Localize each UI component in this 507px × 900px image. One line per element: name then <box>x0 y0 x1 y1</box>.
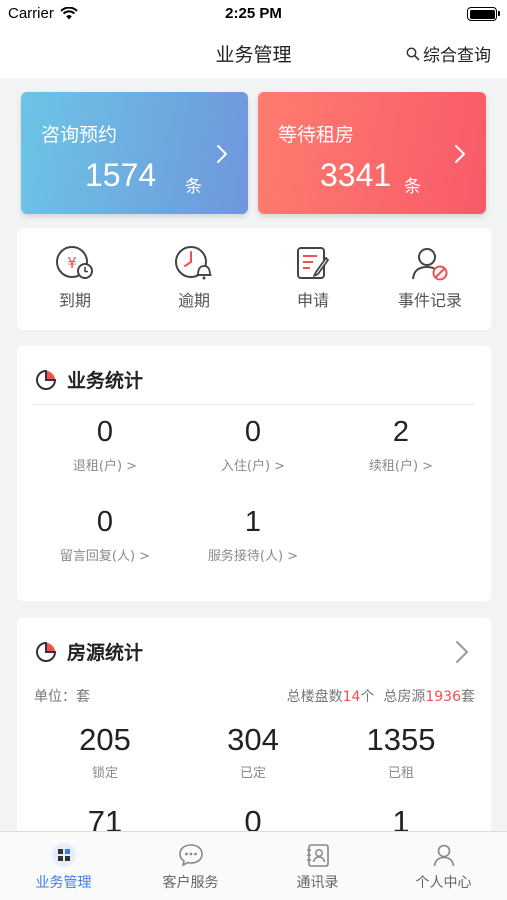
total-buildings-prefix: 总楼盘数 <box>286 689 343 705</box>
tab-label: 客户服务 <box>162 875 219 891</box>
tab-label: 个人中心 <box>415 875 472 891</box>
house-stat-rented: 1355 已租 <box>326 722 476 781</box>
clock: 2:25 PM <box>225 5 282 22</box>
total-buildings-suffix: 个 <box>360 689 375 705</box>
search-icon <box>406 47 420 60</box>
tab-label: 业务管理 <box>35 875 92 891</box>
tab-contacts[interactable]: 通讯录 <box>254 842 381 892</box>
total-houses-suffix: 套 <box>461 689 475 705</box>
stat-label: 服务接待(人) > <box>207 549 299 564</box>
card-unit: 条 <box>404 177 421 197</box>
stat-item-message-reply[interactable]: 0 留言回复(人) > <box>30 506 180 564</box>
quick-action-label: 到期 <box>58 291 91 310</box>
stat-item-check-in[interactable]: 0 入住(户) > <box>178 416 328 474</box>
chat-bubble-icon <box>178 844 203 867</box>
pie-chart-icon <box>36 369 57 390</box>
house-totals: 总楼盘数14个 总房源1936套 <box>287 686 475 706</box>
stat-value: 0 <box>244 416 262 448</box>
stat-value: 0 <box>96 506 114 538</box>
divider <box>33 404 475 405</box>
event-record-icon <box>412 248 448 281</box>
house-stats-panel[interactable]: 房源统计 单位：套 总楼盘数14个 总房源1936套 205 锁定 304 已定… <box>17 618 491 848</box>
grid-icon <box>51 843 76 867</box>
waiting-rent-card[interactable]: 等待租房 3341 条 <box>258 92 486 214</box>
battery-icon <box>467 7 500 21</box>
pie-chart-icon <box>36 641 57 662</box>
chevron-right-icon[interactable] <box>455 640 469 664</box>
section-title: 房源统计 <box>67 642 144 664</box>
stat-value: 0 <box>96 416 114 448</box>
total-houses-prefix: 总房源 <box>383 689 426 705</box>
stat-item-service-reception[interactable]: 1 服务接待(人) > <box>178 506 328 564</box>
apply-icon <box>297 247 329 279</box>
card-unit: 条 <box>185 177 202 197</box>
overdue-icon <box>175 246 212 280</box>
house-stat-locked: 205 锁定 <box>30 722 180 781</box>
expire-icon: ¥ <box>56 246 93 279</box>
tab-business-management[interactable]: 业务管理 <box>0 842 127 892</box>
unit-label: 单位：套 <box>34 689 90 705</box>
contacts-book-icon <box>306 844 329 867</box>
nav-bar: 业务管理 综合查询 <box>0 28 507 78</box>
total-buildings-value: 14 <box>342 689 361 705</box>
quick-action-label: 逾期 <box>177 291 210 310</box>
card-title: 等待租房 <box>278 124 355 146</box>
query-label: 综合查询 <box>423 46 491 66</box>
house-stat-reserved: 304 已定 <box>178 722 328 781</box>
comprehensive-query-button[interactable]: 综合查询 <box>406 41 491 66</box>
house-stat-value: 1355 <box>366 722 436 757</box>
person-icon <box>433 844 454 867</box>
card-count: 1574 <box>85 157 157 193</box>
house-stat-label: 已定 <box>239 766 266 781</box>
stat-item-renew[interactable]: 2 续租(户) > <box>326 416 476 474</box>
section-title: 业务统计 <box>67 370 144 392</box>
quick-action-overdue[interactable]: 逾期 <box>154 244 234 311</box>
house-stat-value: 205 <box>79 722 131 757</box>
quick-action-apply[interactable]: 申请 <box>273 244 353 311</box>
card-title: 咨询预约 <box>41 124 118 146</box>
stat-label: 留言回复(人) > <box>59 549 151 564</box>
status-bar: Carrier 2:25 PM <box>0 0 507 28</box>
house-stat-label: 已租 <box>387 766 414 781</box>
house-stat-value: 304 <box>227 722 279 757</box>
quick-action-expire[interactable]: ¥ 到期 <box>35 244 115 311</box>
quick-action-label: 事件记录 <box>397 291 462 310</box>
total-houses-value: 1936 <box>425 689 461 705</box>
quick-action-label: 申请 <box>296 291 329 310</box>
stat-label: 入住(户) > <box>220 459 286 474</box>
house-stat-label: 锁定 <box>91 766 118 781</box>
svg-text:¥: ¥ <box>67 254 77 272</box>
card-count: 3341 <box>320 157 392 193</box>
chevron-right-icon <box>217 145 227 163</box>
stat-value: 2 <box>392 416 410 448</box>
stat-value: 1 <box>244 506 262 538</box>
house-stats-header: 房源统计 <box>35 638 143 665</box>
stat-label: 退租(户) > <box>72 459 138 474</box>
quick-action-event-record[interactable]: 事件记录 <box>390 244 470 311</box>
chevron-right-icon <box>455 145 465 163</box>
tab-customer-service[interactable]: 客户服务 <box>127 842 254 892</box>
consult-appointment-card[interactable]: 咨询预约 1574 条 <box>21 92 248 214</box>
tab-personal-center[interactable]: 个人中心 <box>380 842 507 892</box>
tab-label: 通讯录 <box>296 875 339 891</box>
quick-actions-panel: ¥ 到期 逾期 申请 事件记录 <box>17 228 491 330</box>
stat-item-move-out[interactable]: 0 退租(户) > <box>30 416 180 474</box>
business-stats-header: 业务统计 <box>35 366 143 393</box>
business-stats-panel: 业务统计 0 退租(户) > 0 入住(户) > 2 续租(户) > 0 留言回… <box>17 346 491 601</box>
tab-bar: 业务管理 客户服务 通讯录 个人中心 <box>0 831 507 900</box>
stat-label: 续租(户) > <box>368 459 434 474</box>
